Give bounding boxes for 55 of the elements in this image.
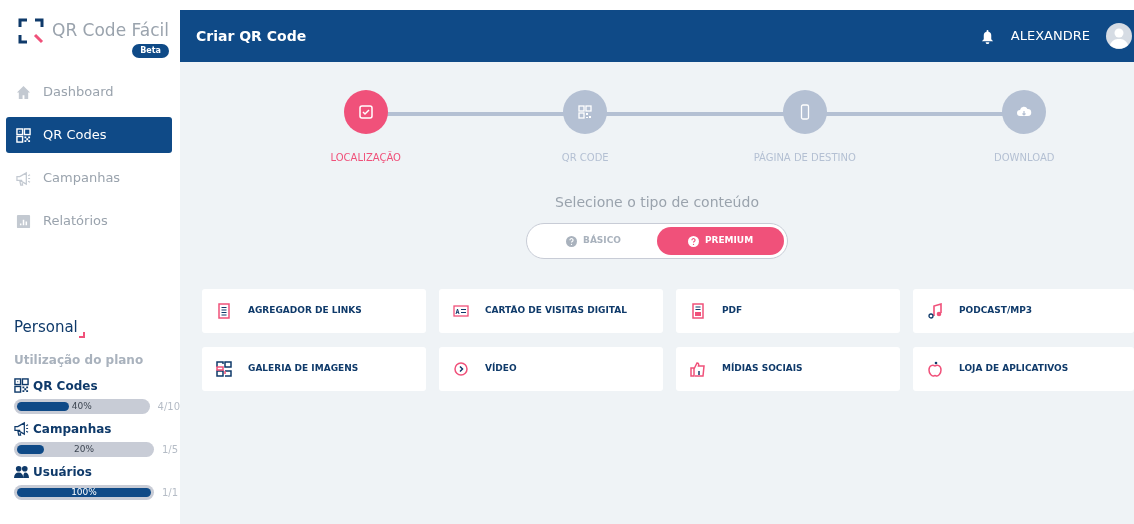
content-type-card[interactable]: VÍDEO [439, 347, 663, 391]
usage-count: 1/1 [162, 485, 179, 500]
qr-code-icon [16, 127, 31, 143]
progress-percent: 20% [74, 442, 94, 456]
step-label: DOWNLOAD [994, 151, 1055, 165]
content-type-card[interactable]: PDF [676, 289, 900, 333]
usage-label: QR Codes [33, 377, 98, 395]
content-type-card[interactable]: LOJA DE APLICATIVOS [913, 347, 1134, 391]
progress-percent: 40% [71, 399, 92, 413]
beta-badge: Beta [132, 43, 169, 58]
corner-mark-icon [77, 331, 85, 339]
page-title: Criar QR Code [196, 26, 307, 46]
progress-percent: 100% [71, 485, 97, 499]
usage-count: 4/10 [157, 399, 180, 414]
play-icon [453, 361, 469, 377]
content-type-card[interactable]: CARTÃO DE VISITAS DIGITAL [439, 289, 663, 333]
business-card-icon [453, 303, 469, 319]
content-type-card[interactable]: GALERIA DE IMAGENS [202, 347, 426, 391]
content-type-card[interactable]: PODCAST/MP3 [913, 289, 1134, 333]
user-name[interactable]: ALEXANDRE [1010, 26, 1090, 46]
content-type-card[interactable]: AGREGADOR DE LINKS [202, 289, 426, 333]
sidebar-item[interactable]: QR Codes [6, 117, 172, 153]
avatar-icon[interactable] [1106, 23, 1132, 49]
step-label: PÁGINA DE DESTINO [753, 150, 856, 165]
megaphone-icon [16, 170, 31, 186]
step-circle[interactable] [563, 90, 608, 134]
usage-label: Campanhas [33, 420, 112, 438]
content-type-prompt: Selecione o tipo de conteúdo [555, 194, 759, 210]
step-label: LOCALIZAÇÃO [330, 150, 401, 165]
image-gallery-icon [216, 361, 232, 377]
bar-chart-icon [16, 213, 31, 229]
megaphone-icon [14, 421, 29, 436]
usage-count: 1/5 [162, 442, 179, 457]
pdf-file-icon [690, 303, 706, 319]
apple-icon [927, 361, 943, 377]
step-label: QR CODE [561, 151, 609, 165]
content-type-card[interactable]: MÍDIAS SOCIAIS [676, 347, 900, 391]
plan-subtitle: Utilização do plano [14, 351, 145, 369]
music-note-icon [927, 303, 943, 319]
checkbox-icon [357, 104, 374, 120]
help-icon [566, 235, 578, 247]
step-circle[interactable] [1002, 90, 1047, 134]
qr-code-icon [14, 378, 29, 393]
document-list-icon [216, 303, 232, 319]
thumbs-up-icon [690, 361, 706, 377]
usage-label: Usuários [33, 463, 92, 481]
brand-name: QR Code Fácil [52, 19, 169, 42]
home-icon [16, 84, 31, 100]
step-circle[interactable] [343, 90, 388, 134]
plan-name: Personal [14, 317, 78, 338]
qr-code-icon [577, 104, 594, 120]
logo-icon [18, 18, 44, 44]
users-icon [14, 464, 29, 479]
help-icon [687, 235, 699, 247]
step-circle[interactable] [782, 90, 827, 134]
